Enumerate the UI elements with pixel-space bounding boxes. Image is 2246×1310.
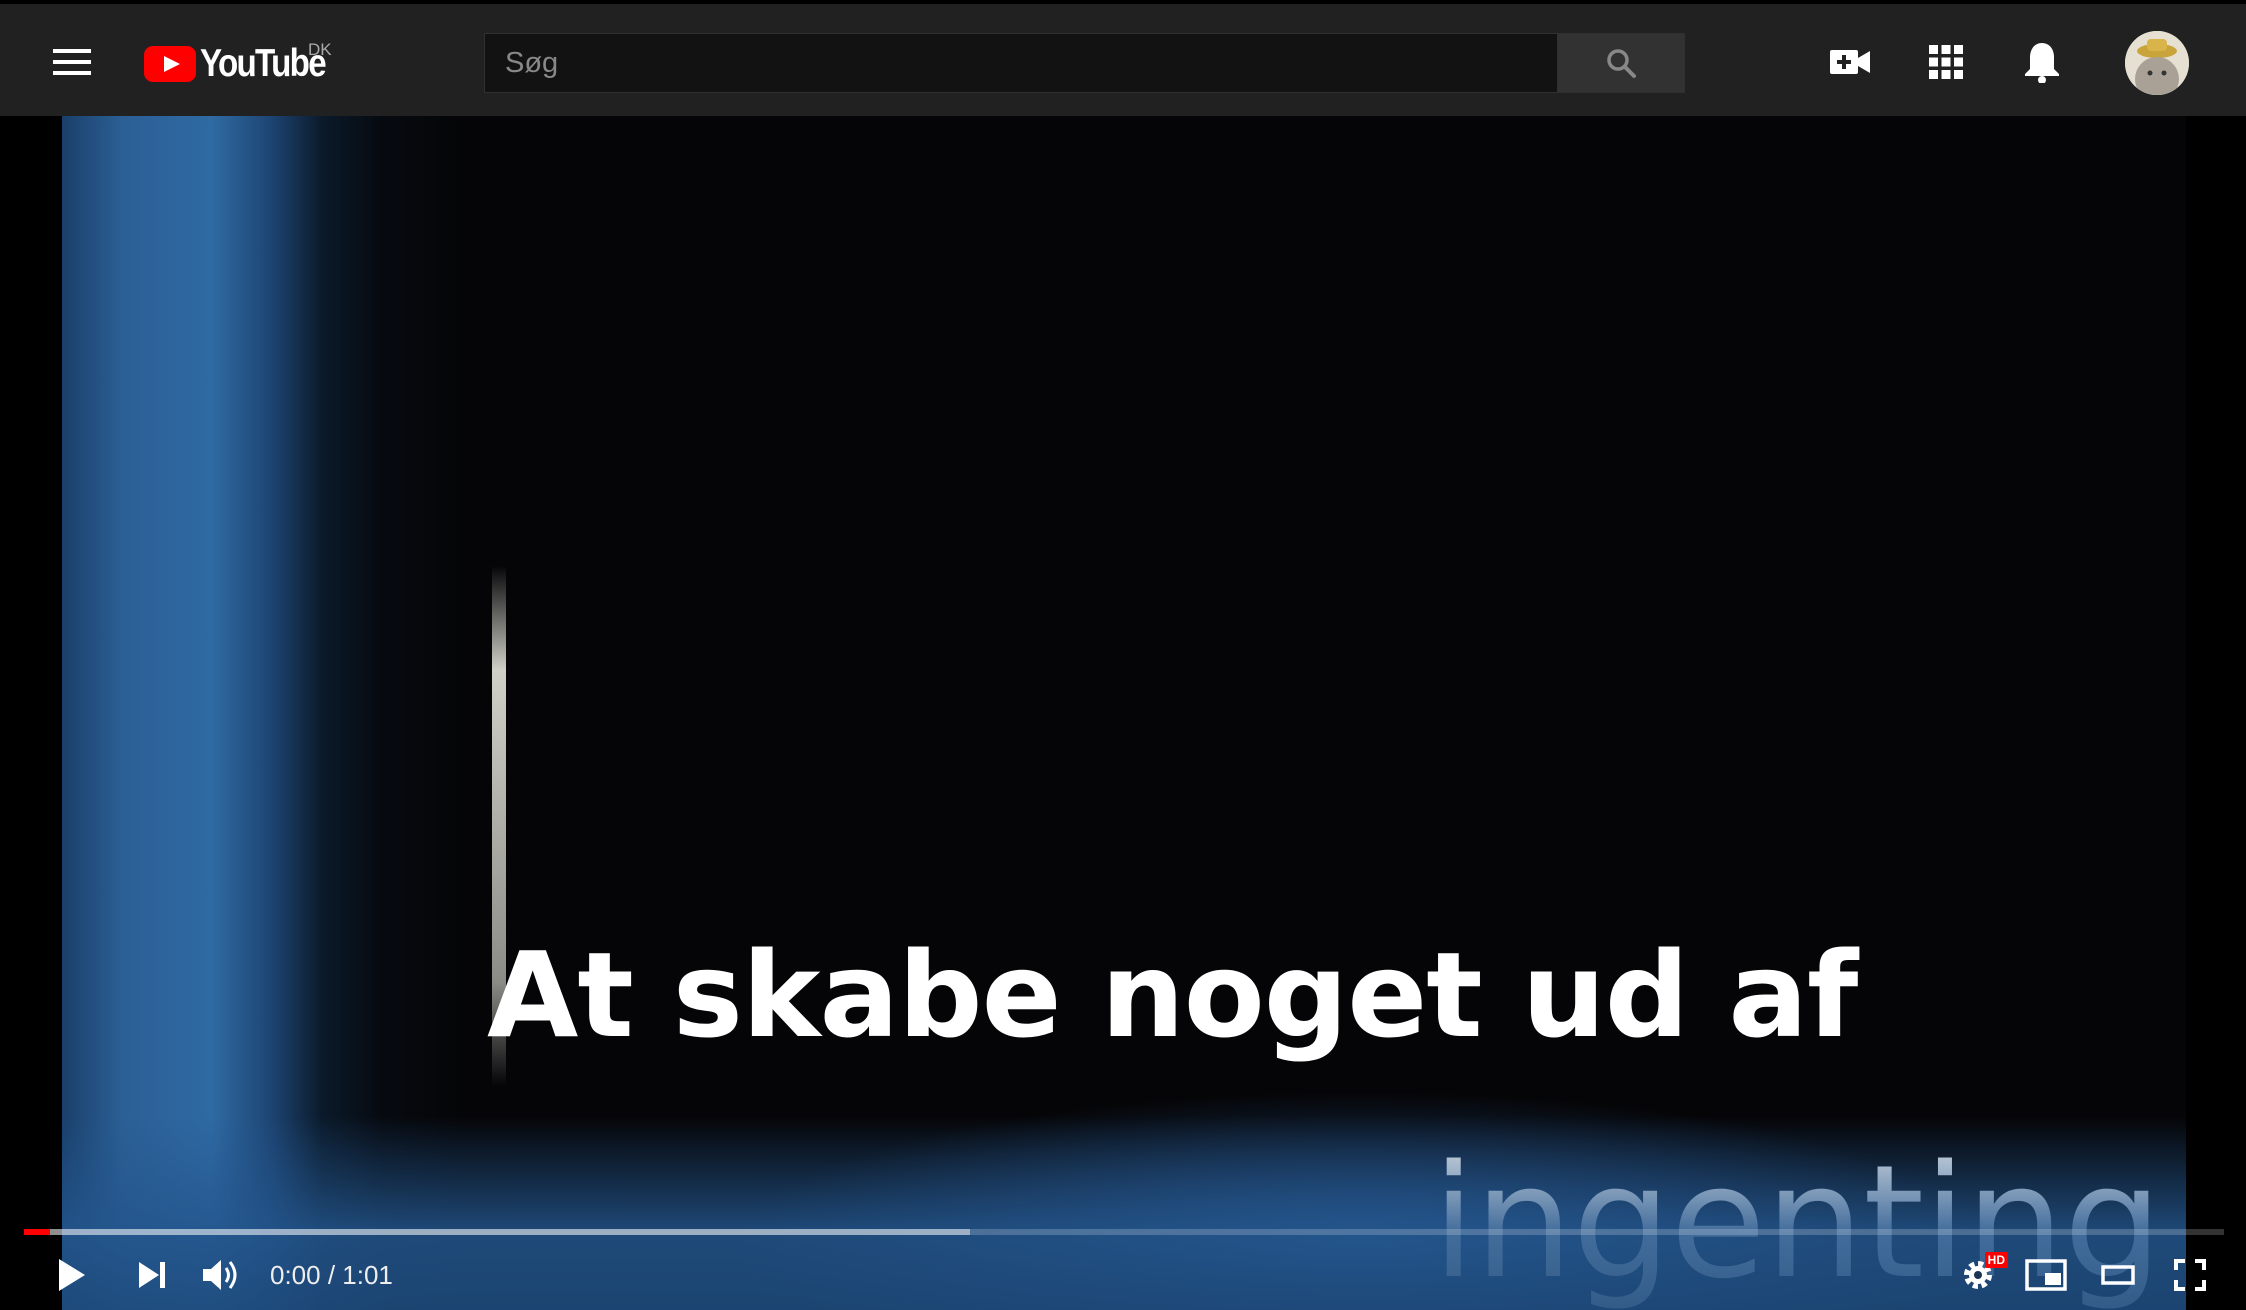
progress-bar[interactable]: [24, 1229, 2224, 1235]
time-display: 0:00 / 1:01: [270, 1260, 393, 1290]
settings-button[interactable]: HD: [1954, 1240, 2008, 1310]
miniplayer-icon: [2025, 1259, 2067, 1291]
fullscreen-button[interactable]: [2166, 1240, 2214, 1310]
mute-button[interactable]: [198, 1240, 246, 1310]
volume-icon: [203, 1260, 237, 1290]
theater-mode-icon: [2101, 1265, 2135, 1285]
apps-grid-icon: [1929, 45, 1963, 79]
next-icon: [139, 1262, 165, 1288]
player-controls: 0:00 / 1:01 HD: [0, 1240, 2246, 1310]
play-button[interactable]: [48, 1240, 96, 1310]
create-video-button[interactable]: [1826, 34, 1874, 90]
account-avatar[interactable]: [2125, 31, 2189, 95]
youtube-logo-icon: [144, 46, 196, 82]
search-input[interactable]: [484, 33, 1557, 93]
search-icon: [1607, 49, 1636, 78]
search-button[interactable]: [1557, 33, 1685, 93]
theater-mode-button[interactable]: [2094, 1240, 2142, 1310]
guide-menu-button[interactable]: [48, 34, 96, 90]
fullscreen-icon: [2174, 1259, 2206, 1291]
progress-played: [24, 1229, 51, 1235]
region-code: DK: [308, 40, 332, 59]
video-caption-line1: At skabe noget ud af: [487, 926, 1858, 1064]
masthead: YouTube DK: [0, 0, 2246, 116]
progress-loaded: [24, 1229, 970, 1235]
logo-text: YouTube: [200, 42, 327, 85]
menu-icon: [53, 49, 91, 75]
video-frame: At skabe noget ud af ingenting: [62, 116, 2186, 1310]
avatar-image-icon: [2125, 31, 2189, 95]
search-bar: [484, 33, 1685, 93]
create-video-icon: [1830, 50, 1870, 74]
next-button[interactable]: [130, 1240, 174, 1310]
apps-button[interactable]: [1922, 34, 1970, 90]
hd-badge: HD: [1984, 1252, 2008, 1268]
video-player[interactable]: At skabe noget ud af ingenting: [0, 116, 2246, 1310]
bell-icon: [2025, 43, 2059, 83]
miniplayer-button[interactable]: [2022, 1240, 2070, 1310]
notifications-button[interactable]: [2016, 34, 2068, 90]
play-icon: [59, 1259, 85, 1291]
